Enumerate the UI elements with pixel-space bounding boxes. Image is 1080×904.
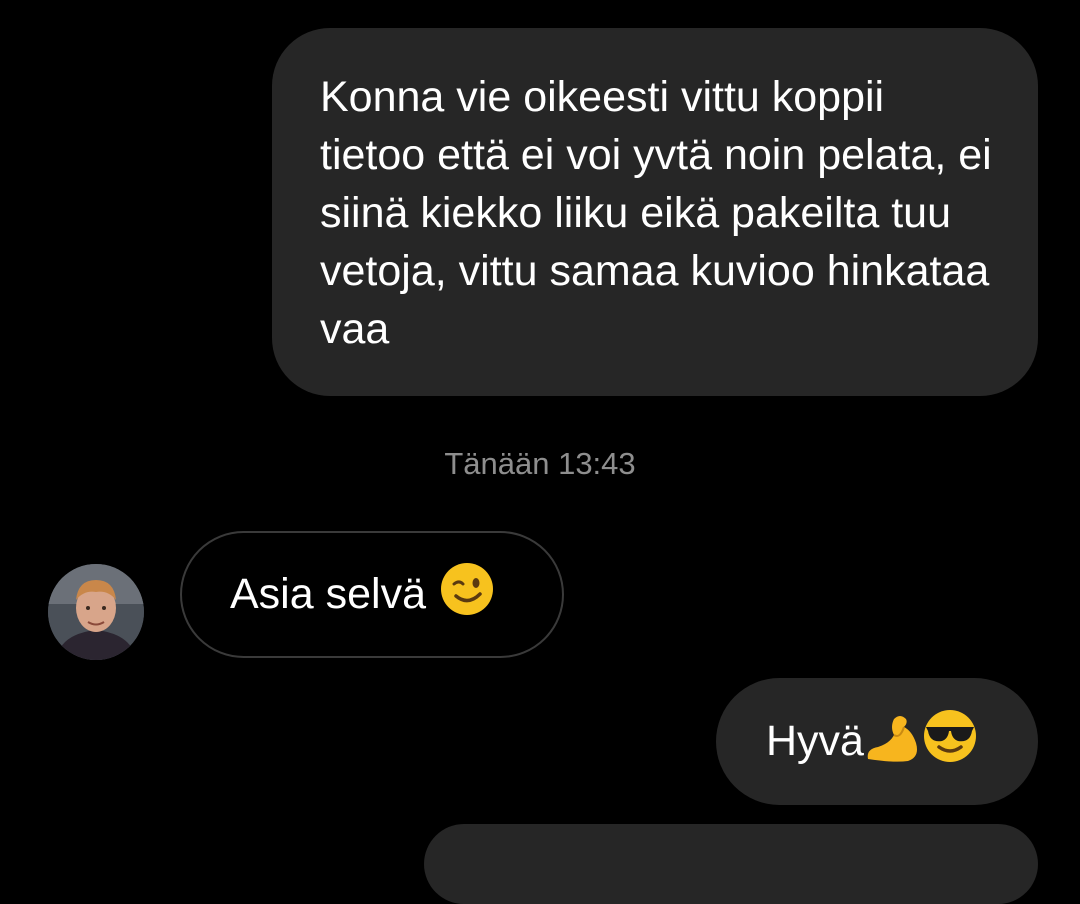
smiling-face-with-sunglasses-emoji: [922, 709, 978, 774]
message-text: Hyvä: [766, 717, 864, 765]
winking-face-emoji: [440, 562, 494, 627]
avatar[interactable]: [48, 564, 144, 660]
message-text: Asia selvä: [230, 570, 426, 618]
avatar-photo: [48, 564, 144, 660]
outgoing-message-bubble[interactable]: Hyvä: [716, 678, 1038, 805]
outgoing-message-bubble-partial[interactable]: [424, 824, 1038, 904]
message-timestamp: Tänään 13:43: [444, 446, 636, 481]
incoming-message-bubble[interactable]: Asia selvä: [180, 531, 564, 658]
message-text: Konna vie oikeesti vittu koppii tietoo e…: [320, 73, 992, 353]
flexed-biceps-emoji: [864, 709, 922, 774]
outgoing-message-bubble[interactable]: Konna vie oikeesti vittu koppii tietoo e…: [272, 28, 1038, 396]
